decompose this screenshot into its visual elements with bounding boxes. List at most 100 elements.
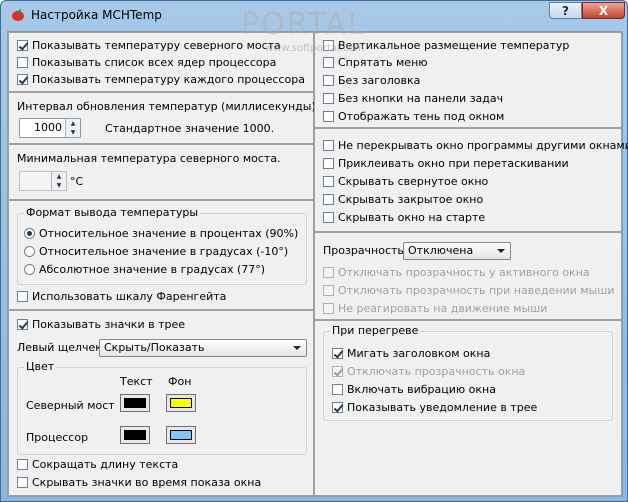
panel-window-behavior: Не перекрывать окно программы другими ок… [314,128,628,232]
checkbox-box[interactable] [323,303,334,314]
checkbox-hide-icons[interactable]: Скрывать значки во время показа окна [17,475,261,491]
checkbox-label: Вертикальное размещение температур [338,39,570,52]
spin-down-icon[interactable]: ▼ [66,128,80,137]
cpu-bg-color[interactable] [166,426,196,444]
radio-label: Абсолютное значение в градусах (77°) [39,263,266,276]
radio-button[interactable] [24,246,35,257]
overheat-group: При перегреве Мигать заголовком окна Отк… [323,324,613,421]
checkbox-label: Отключать прозрачность окна [347,365,526,378]
panel-overheat: При перегреве Мигать заголовком окна Отк… [314,320,622,496]
left-click-combo[interactable]: Скрыть/Показать [99,339,307,357]
left-click-value: Скрыть/Показать [104,341,205,354]
spinner-arrows[interactable]: ▲ ▼ [51,172,66,190]
radio-absolute-degrees[interactable]: Абсолютное значение в градусах (77°) [24,262,265,278]
checkbox-show-core-list[interactable]: Показывать список всех ядер процессора [17,55,276,71]
checkbox-box[interactable] [332,384,343,395]
checkbox-box[interactable] [323,267,334,278]
checkbox-disable-transp[interactable]: Отключать прозрачность окна [332,364,525,380]
transparency-value: Отключена [408,244,474,257]
checkbox-box[interactable] [17,477,28,488]
checkbox-hide-menu[interactable]: Спрятать меню [323,55,428,71]
checkbox-box[interactable] [323,212,334,223]
checkbox-box[interactable] [332,402,343,413]
checkbox-transp-active[interactable]: Отключать прозрачность у активного окна [323,265,590,281]
checkbox-shadow[interactable]: Отображать тень под окном [323,109,504,125]
checkbox-ignore-mouse[interactable]: Не реагировать на движение мыши [323,301,547,317]
checkbox-fahrenheit[interactable]: Использовать шкалу Фаренгейта [17,289,226,305]
spin-down-icon[interactable]: ▼ [52,181,66,190]
checkbox-box[interactable] [323,176,334,187]
checkbox-show-each-cpu[interactable]: Показывать температуру каждого процессор… [17,72,305,88]
checkbox-notify[interactable]: Показывать уведомление в трее [332,400,537,416]
checkbox-box[interactable] [323,158,334,169]
checkbox-label: Отображать тень под окном [338,110,505,123]
color-fill [124,398,146,408]
checkbox-label: Скрывать закрытое окно [338,193,484,206]
spin-up-icon[interactable]: ▲ [52,172,66,181]
checkbox-shorten[interactable]: Сокращать длину текста [17,457,178,473]
checkbox-label: Спрятать меню [338,56,428,69]
min-temp-label: Минимальная температура северного моста. [17,152,281,165]
checkbox-box[interactable] [323,111,334,122]
checkbox-label: Скрывать свернутое окно [338,175,489,188]
panel-tray: Показывать значки в трее Левый щелчек Ск… [8,310,314,496]
radio-button[interactable] [24,228,35,239]
color-group: Цвет Текст Фон Северный мост Процессор [17,360,307,455]
radio-relative-degrees[interactable]: Относительное значение в градусах (-10°) [24,244,288,260]
checkbox-box[interactable] [17,74,28,85]
checkbox-label: Без заголовка [338,74,421,87]
panel-update-interval: Интервал обновления температур (миллисек… [8,92,319,144]
interval-default: Стандартное значение 1000. [105,122,275,135]
transparency-combo[interactable]: Отключена [403,242,511,260]
checkbox-box[interactable] [323,57,334,68]
chevron-down-icon[interactable] [497,249,505,253]
left-click-label: Левый щелчек [17,341,102,354]
interval-spinner[interactable]: 1000 ▲ ▼ [19,118,81,138]
row-cpu-label: Процессор [26,431,89,444]
checkbox-box[interactable] [17,291,28,302]
col-bg-header: Фон [168,375,192,388]
checkbox-box[interactable] [323,93,334,104]
spin-up-icon[interactable]: ▲ [66,119,80,128]
checkbox-label: Показывать уведомление в трее [347,401,538,414]
checkbox-no-taskbar[interactable]: Без кнопки на панели задач [323,91,503,107]
radio-label: Относительное значение в градусах (-10°) [39,245,289,258]
checkbox-box[interactable] [17,57,28,68]
chevron-down-icon[interactable] [293,346,301,350]
min-temp-spinner[interactable]: ▲ ▼ [19,171,67,191]
checkbox-box[interactable] [17,319,28,330]
checkbox-hide-closed[interactable]: Скрывать закрытое окно [323,192,483,208]
checkbox-vibrate[interactable]: Включать вибрацию окна [332,382,496,398]
tomato-icon [12,9,24,21]
color-group-label: Цвет [24,360,57,373]
panel-temp-format: Формат вывода температуры Относительное … [8,200,314,310]
checkbox-box[interactable] [332,366,343,377]
checkbox-box[interactable] [323,285,334,296]
checkbox-transp-hover[interactable]: Отключать прозрачность при наведении мыш… [323,283,615,299]
checkbox-box[interactable] [17,459,28,470]
nb-bg-color[interactable] [166,394,196,412]
checkbox-blink[interactable]: Мигать заголовком окна [332,346,490,362]
checkbox-no-title[interactable]: Без заголовка [323,73,420,89]
checkbox-box[interactable] [323,140,334,151]
help-button[interactable]: ? [549,2,582,19]
close-button[interactable]: X [582,2,625,19]
radio-percent[interactable]: Относительное значение в процентах (90%) [24,226,298,242]
checkbox-box[interactable] [332,348,343,359]
checkbox-label: Показывать значки в трее [32,318,186,331]
checkbox-box[interactable] [323,194,334,205]
watermark-brand: PORTAL [241,7,367,42]
checkbox-hide-start[interactable]: Скрывать окно на старте [323,210,485,226]
checkbox-box[interactable] [323,75,334,86]
spinner-arrows[interactable]: ▲ ▼ [65,119,80,137]
checkbox-box[interactable] [17,40,28,51]
checkbox-hide-collapsed[interactable]: Скрывать свернутое окно [323,174,488,190]
cpu-text-color[interactable] [120,426,150,444]
checkbox-tray-icons[interactable]: Показывать значки в трее [17,317,185,333]
checkbox-no-overlap[interactable]: Не перекрывать окно программы другими ок… [323,138,628,154]
radio-label: Относительное значение в процентах (90%) [39,227,299,240]
checkbox-label: Не реагировать на движение мыши [338,302,548,315]
radio-button[interactable] [24,264,35,275]
nb-text-color[interactable] [120,394,150,412]
checkbox-stick[interactable]: Приклеивать окно при перетаскивании [323,156,569,172]
